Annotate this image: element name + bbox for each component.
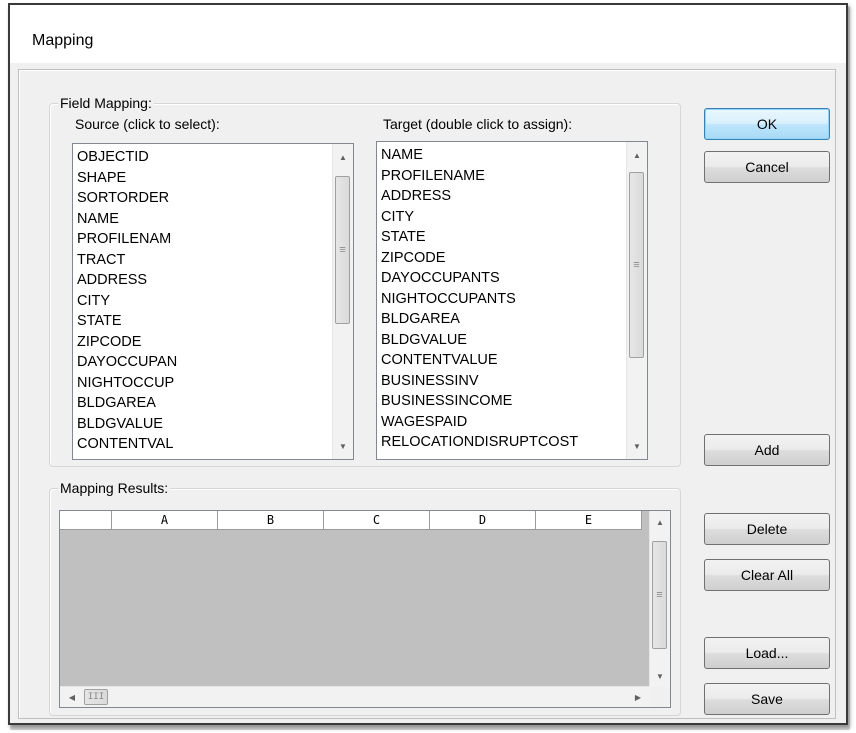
ok-button[interactable]: OK xyxy=(704,108,830,140)
grid-column-header[interactable]: D xyxy=(430,511,536,530)
target-listbox[interactable]: NAME PROFILENAME ADDRESS CITY STATE ZIPCODE DA… xyxy=(376,141,648,460)
source-list-item[interactable]: OBJECTID xyxy=(77,148,331,169)
target-list-item[interactable]: RELOCATIONDISRUPTCOST xyxy=(381,433,625,454)
grid-horizontal-scrollbar[interactable]: ◀ III ▶ xyxy=(60,686,650,707)
scroll-down-icon[interactable]: ▼ xyxy=(650,667,670,685)
target-list-item[interactable]: NAME xyxy=(381,146,625,167)
source-list-item[interactable]: PROFILENAM xyxy=(77,230,331,251)
scroll-up-icon[interactable]: ▲ xyxy=(650,513,670,531)
scroll-up-icon[interactable]: ▲ xyxy=(333,148,353,166)
mapping-results-grid[interactable]: A B C D E ▲ ≡ ▼ ◀ III ▶ xyxy=(59,510,671,708)
title-bar[interactable]: Mapping xyxy=(10,5,846,63)
source-list-item[interactable]: NAME xyxy=(77,210,331,231)
target-list-item[interactable]: NIGHTOCCUPANTS xyxy=(381,290,625,311)
target-list-item[interactable]: BUSINESSINV xyxy=(381,372,625,393)
source-listbox[interactable]: OBJECTID SHAPE SORTORDER NAME PROFILENAM TRAC… xyxy=(72,143,354,460)
cancel-button[interactable]: Cancel xyxy=(704,151,830,183)
dialog-body: Field Mapping: Source (click to select):… xyxy=(10,63,846,723)
content-frame: Field Mapping: Source (click to select):… xyxy=(18,69,836,719)
target-list-item[interactable]: BLDGAREA xyxy=(381,310,625,331)
grid-column-header[interactable]: C xyxy=(324,511,430,530)
grid-header: A B C D E xyxy=(60,511,642,530)
scroll-left-icon[interactable]: ◀ xyxy=(62,688,82,706)
target-list-item[interactable]: ZIPCODE xyxy=(381,249,625,270)
target-label: Target (double click to assign): xyxy=(383,116,573,132)
mapping-dialog: Mapping Field Mapping: Source (click to … xyxy=(8,3,848,725)
scroll-up-icon[interactable]: ▲ xyxy=(627,146,647,164)
scroll-right-icon[interactable]: ▶ xyxy=(628,688,648,706)
grid-corner[interactable] xyxy=(60,511,112,530)
source-list-item[interactable]: SORTORDER xyxy=(77,189,331,210)
source-list-item[interactable]: TRACT xyxy=(77,251,331,272)
source-list-item[interactable]: CONTENTVAL xyxy=(77,435,331,456)
window-title: Mapping xyxy=(32,32,94,49)
grid-column-header[interactable]: A xyxy=(112,511,218,530)
source-list-item[interactable]: SHAPE xyxy=(77,169,331,190)
grip-icon: ≡ xyxy=(339,244,346,256)
target-items: NAME PROFILENAME ADDRESS CITY STATE ZIPCODE DA… xyxy=(381,146,625,454)
target-list-item[interactable]: ADDRESS xyxy=(381,187,625,208)
source-items: OBJECTID SHAPE SORTORDER NAME PROFILENAM TRAC… xyxy=(77,148,331,456)
target-list-item[interactable]: BLDGVALUE xyxy=(381,331,625,352)
target-list-item[interactable]: CONTENTVALUE xyxy=(381,351,625,372)
add-button[interactable]: Add xyxy=(704,434,830,466)
source-list-item[interactable]: DAYOCCUPAN xyxy=(77,353,331,374)
source-list-item[interactable]: CITY xyxy=(77,292,331,313)
grid-scroll-corner xyxy=(650,687,670,707)
source-list-item[interactable]: ZIPCODE xyxy=(77,333,331,354)
grip-icon: III xyxy=(87,692,105,702)
grip-icon: ≡ xyxy=(633,259,640,271)
target-list-item[interactable]: BUSINESSINCOME xyxy=(381,392,625,413)
grid-column-header[interactable]: E xyxy=(536,511,642,530)
target-list-item[interactable]: DAYOCCUPANTS xyxy=(381,269,625,290)
scroll-down-icon[interactable]: ▼ xyxy=(627,437,647,455)
scroll-thumb[interactable]: ≡ xyxy=(629,172,644,358)
scroll-thumb[interactable]: III xyxy=(84,689,108,705)
field-mapping-legend: Field Mapping: xyxy=(58,95,154,111)
target-list-item[interactable]: WAGESPAID xyxy=(381,413,625,434)
target-scrollbar[interactable]: ▲ ≡ ▼ xyxy=(626,142,647,459)
source-list-item[interactable]: BLDGVALUE xyxy=(77,415,331,436)
target-list-item[interactable]: STATE xyxy=(381,228,625,249)
source-list-item[interactable]: STATE xyxy=(77,312,331,333)
source-label: Source (click to select): xyxy=(75,116,220,132)
scroll-thumb[interactable]: ≡ xyxy=(335,176,350,324)
source-scrollbar[interactable]: ▲ ≡ ▼ xyxy=(332,144,353,459)
delete-button[interactable]: Delete xyxy=(704,513,830,545)
load-button[interactable]: Load... xyxy=(704,637,830,669)
source-list-item[interactable]: NIGHTOCCUP xyxy=(77,374,331,395)
source-list-item[interactable]: ADDRESS xyxy=(77,271,331,292)
mapping-results-legend: Mapping Results: xyxy=(58,480,171,496)
save-button[interactable]: Save xyxy=(704,683,830,715)
scroll-down-icon[interactable]: ▼ xyxy=(333,437,353,455)
grid-vertical-scrollbar[interactable]: ▲ ≡ ▼ xyxy=(649,511,670,687)
grid-column-header[interactable]: B xyxy=(218,511,324,530)
grip-icon: ≡ xyxy=(656,589,663,601)
target-list-item[interactable]: CITY xyxy=(381,208,625,229)
source-list-item[interactable]: BLDGAREA xyxy=(77,394,331,415)
clear-all-button[interactable]: Clear All xyxy=(704,559,830,591)
target-list-item[interactable]: PROFILENAME xyxy=(381,167,625,188)
scroll-thumb[interactable]: ≡ xyxy=(652,541,667,649)
